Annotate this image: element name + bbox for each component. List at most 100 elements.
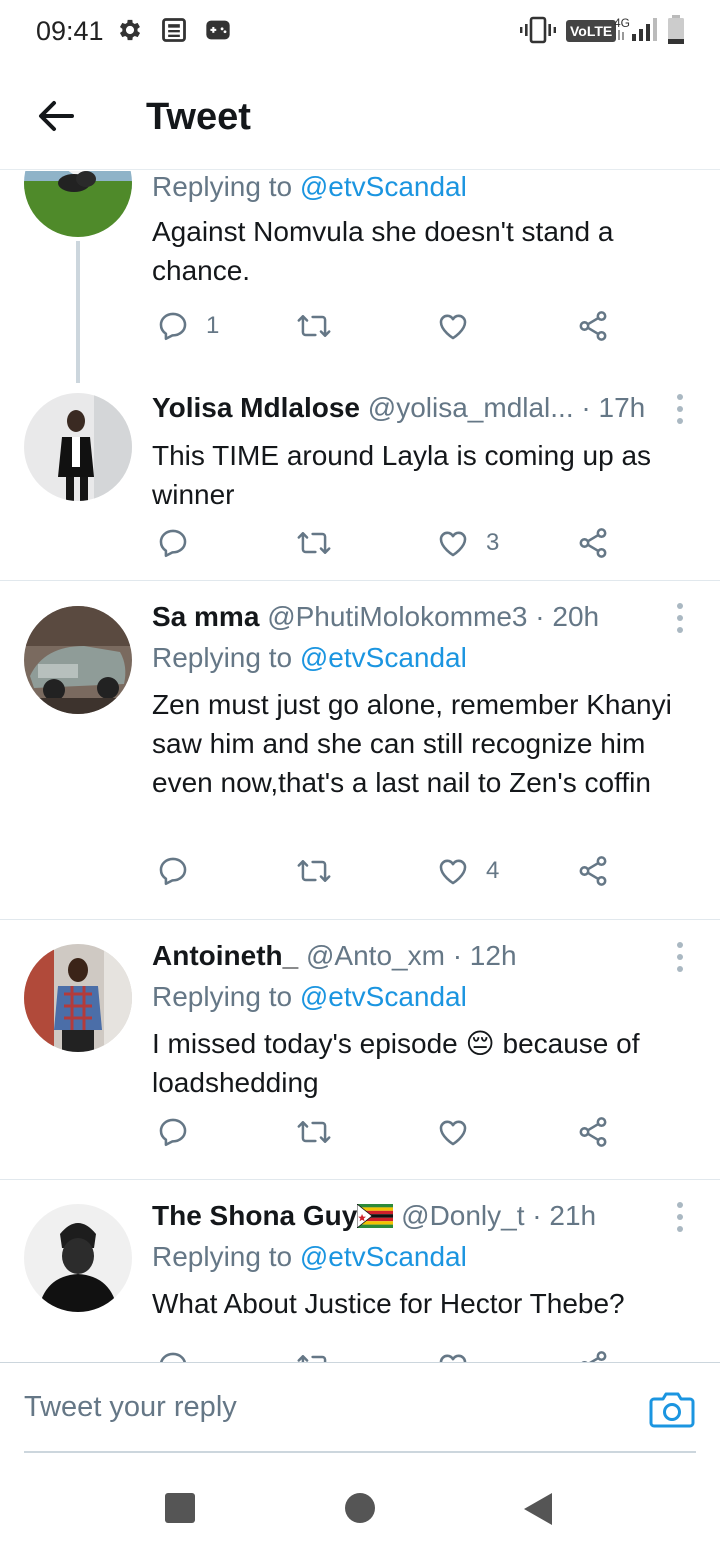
camera-icon[interactable] bbox=[648, 1389, 696, 1429]
avatar[interactable] bbox=[24, 944, 132, 1052]
retweet-button[interactable] bbox=[296, 851, 332, 891]
more-options-icon[interactable] bbox=[670, 939, 690, 975]
share-button[interactable] bbox=[576, 851, 610, 891]
tweet-actions bbox=[152, 1112, 632, 1152]
like-button[interactable]: 4 bbox=[436, 851, 499, 891]
reply-bar bbox=[0, 1362, 720, 1454]
replying-handle-link[interactable]: @etvScandal bbox=[300, 171, 467, 202]
tweet-actions: 3 bbox=[152, 523, 632, 563]
share-icon bbox=[579, 1117, 607, 1147]
thread-line bbox=[76, 241, 80, 383]
reply-button[interactable] bbox=[156, 1112, 190, 1152]
tweet-text: This TIME around Layla is coming up as w… bbox=[152, 440, 652, 510]
tweet-time: · 12h bbox=[444, 940, 517, 971]
reply-button[interactable] bbox=[156, 523, 190, 563]
heart-icon bbox=[439, 1120, 467, 1146]
tweet-text: What About Justice for Hector Thebe? bbox=[152, 1288, 625, 1319]
author-handle: @PhutiMolokomme3 bbox=[267, 601, 528, 632]
like-button[interactable] bbox=[436, 1112, 470, 1152]
reply-icon bbox=[159, 1118, 187, 1147]
reply-icon bbox=[159, 312, 187, 341]
tweet-feed[interactable]: Replying to @etvScandal Against Nomvula … bbox=[0, 171, 720, 1362]
share-button[interactable] bbox=[576, 523, 610, 563]
share-icon bbox=[581, 1351, 607, 1362]
back-button[interactable] bbox=[522, 1492, 554, 1526]
reply-icon bbox=[160, 1352, 186, 1362]
avatar[interactable] bbox=[24, 606, 132, 714]
like-button[interactable] bbox=[436, 1346, 470, 1362]
tweet-header: The Shona Guy @Donly_t · 21h bbox=[152, 1200, 596, 1232]
author-name[interactable]: Yolisa Mdlalose bbox=[152, 392, 360, 423]
avatar[interactable] bbox=[24, 171, 132, 237]
tweet-item[interactable]: Yolisa Mdlalose @yolisa_mdlal... · 17h T… bbox=[0, 381, 720, 580]
more-options-icon[interactable] bbox=[670, 600, 690, 636]
tweet-actions: 4 bbox=[152, 851, 632, 891]
replying-handle-link[interactable]: @etvScandal bbox=[300, 1241, 467, 1272]
like-count: 3 bbox=[486, 529, 500, 556]
vibrate-icon bbox=[520, 16, 556, 44]
author-name[interactable]: Antoineth_ bbox=[152, 940, 298, 971]
news-icon bbox=[162, 18, 186, 42]
heart-icon bbox=[439, 314, 467, 340]
share-button[interactable] bbox=[576, 1346, 610, 1362]
more-options-icon[interactable] bbox=[670, 391, 690, 427]
reply-count: 1 bbox=[206, 312, 220, 339]
tweet-time: · 20h bbox=[527, 601, 600, 632]
retweet-icon bbox=[297, 1121, 331, 1143]
system-navigation-bar bbox=[0, 1456, 720, 1560]
replying-handle-link[interactable]: @etvScandal bbox=[300, 642, 467, 673]
pensive-face-emoji: 😔 bbox=[465, 1028, 495, 1059]
retweet-button[interactable] bbox=[296, 1112, 332, 1152]
heart-icon bbox=[439, 531, 467, 557]
tweet-time: · 21h bbox=[524, 1200, 597, 1231]
tweet-item[interactable]: Sa mma @PhutiMolokomme3 · 20h Replying t… bbox=[0, 581, 720, 919]
replying-to: Replying to @etvScandal bbox=[152, 642, 467, 673]
status-bar: 09:41 VoLTE 4G bbox=[0, 0, 720, 64]
tweet-header: Antoineth_ @Anto_xm · 12h bbox=[152, 940, 517, 972]
like-button[interactable] bbox=[436, 306, 486, 346]
retweet-icon bbox=[297, 1355, 327, 1362]
tweet-header: Sa mma @PhutiMolokomme3 · 20h bbox=[152, 601, 599, 633]
app-header: Tweet bbox=[0, 64, 720, 170]
avatar[interactable] bbox=[24, 1204, 132, 1312]
replying-to: Replying to @etvScandal bbox=[152, 1241, 467, 1272]
tweet-item[interactable]: Antoineth_ @Anto_xm · 12h Replying to @e… bbox=[0, 920, 720, 1179]
reply-button[interactable]: 1 bbox=[156, 306, 219, 346]
retweet-icon bbox=[297, 315, 331, 337]
tweet-text: Against Nomvula she doesn't stand a chan… bbox=[152, 216, 614, 286]
avatar[interactable] bbox=[24, 393, 132, 501]
more-options-icon[interactable] bbox=[670, 1199, 690, 1235]
page-title: Tweet bbox=[146, 96, 251, 138]
heart-icon bbox=[439, 1354, 467, 1362]
gear-icon bbox=[119, 19, 141, 41]
tweet-item[interactable]: The Shona Guy @Donly_t · 21h Replying to… bbox=[0, 1180, 720, 1362]
battery-icon bbox=[668, 15, 684, 44]
replying-handle-link[interactable]: @etvScandal bbox=[300, 981, 467, 1012]
share-button[interactable] bbox=[576, 1112, 610, 1152]
reply-input[interactable] bbox=[24, 1381, 624, 1433]
retweet-button[interactable] bbox=[296, 523, 332, 563]
retweet-button[interactable] bbox=[296, 306, 332, 346]
share-icon bbox=[579, 528, 607, 558]
zimbabwe-flag-icon bbox=[356, 1203, 394, 1229]
status-time: 09:41 bbox=[36, 16, 104, 46]
replying-to: Replying to @etvScandal bbox=[152, 981, 467, 1012]
like-button[interactable]: 3 bbox=[436, 523, 499, 563]
recent-apps-button[interactable] bbox=[164, 1492, 196, 1524]
game-icon bbox=[206, 20, 230, 40]
author-handle: @Anto_xm bbox=[306, 940, 445, 971]
tweet-time: · 17h bbox=[573, 392, 646, 423]
reply-button[interactable] bbox=[156, 1346, 190, 1362]
author-name[interactable]: The Shona Guy bbox=[152, 1200, 357, 1231]
reply-input-underline bbox=[24, 1451, 696, 1453]
reply-button[interactable] bbox=[156, 851, 190, 891]
author-name[interactable]: Sa mma bbox=[152, 601, 259, 632]
back-arrow-icon[interactable] bbox=[34, 94, 78, 138]
retweet-button[interactable] bbox=[296, 1346, 332, 1362]
heart-icon bbox=[439, 859, 467, 885]
home-button[interactable] bbox=[344, 1492, 376, 1524]
retweet-icon bbox=[297, 860, 331, 882]
share-button[interactable] bbox=[576, 306, 610, 346]
volte-badge: VoLTE bbox=[566, 20, 617, 42]
reply-icon bbox=[159, 529, 187, 558]
